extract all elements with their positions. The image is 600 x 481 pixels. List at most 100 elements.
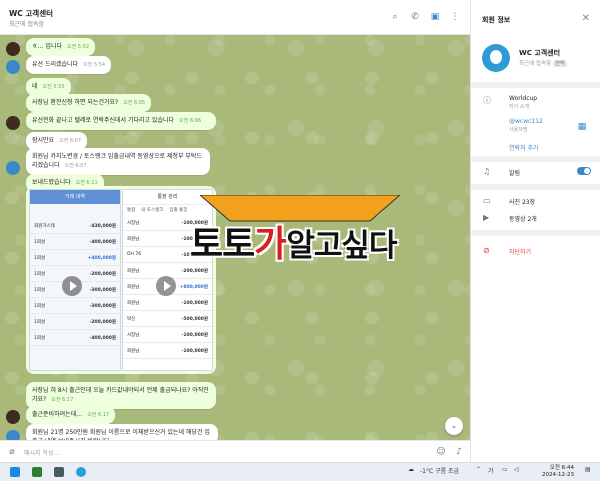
avatar[interactable] bbox=[6, 60, 20, 74]
message-input[interactable]: 메시지 작성... bbox=[24, 448, 59, 457]
message-row: 사장님 환전신청 하면 되는건가요? 오전 6:05 bbox=[26, 94, 152, 112]
message-text: 출근준비하려는데… bbox=[32, 411, 83, 418]
videos-link[interactable]: 동영상 2개 bbox=[509, 214, 537, 223]
watermark-ga: 가 bbox=[254, 224, 287, 265]
sidebar-toggle-icon[interactable]: ▣ bbox=[430, 12, 440, 22]
block-icon: ⊘ bbox=[483, 246, 490, 255]
transaction-amount: +800,000원 bbox=[179, 284, 208, 290]
message-bubble[interactable]: 회원님 카지노변경 / 토스랭크 입출금내역 동영상으로 제청부 부탁드리겠습니… bbox=[26, 148, 210, 175]
more-icon[interactable]: ⋮ bbox=[450, 12, 460, 22]
attach-icon[interactable]: ⌀ bbox=[7, 447, 17, 457]
message-text: 유선전화 끝나고 텔레로 연락주신데서 기다리고 있습니다 bbox=[32, 117, 175, 124]
transaction-amount: -300,000원 bbox=[89, 287, 116, 293]
tray-arrow-icon[interactable]: ⌃ bbox=[476, 466, 481, 473]
volume-icon[interactable]: ◁ bbox=[514, 466, 519, 473]
message-text: 회원님 카지노변경 / 토스랭크 입출금내역 동영상으로 제청부 부탁드리겠습니… bbox=[32, 153, 202, 169]
message-text: 유선 드리겠습니다 bbox=[32, 61, 79, 68]
ime-indicator[interactable]: 가 bbox=[488, 466, 494, 475]
transaction-amount: -430,000원 bbox=[89, 223, 116, 229]
qr-code-icon[interactable]: ▦ bbox=[577, 122, 587, 132]
close-icon[interactable]: ✕ bbox=[582, 13, 590, 24]
message-bubble[interactable]: 유선전화 끝나고 텔레로 연락주신데서 기다리고 있습니다 오전 6:06 bbox=[26, 112, 216, 130]
message-row: 유선전화 끝나고 텔레로 연락주신데서 기다리고 있습니다 오전 6:06 bbox=[6, 112, 216, 130]
add-contact-button[interactable]: 연락처 추가 bbox=[509, 143, 539, 152]
notifications-label: 알림 bbox=[509, 170, 521, 177]
transaction-name: 사장님 bbox=[127, 220, 140, 226]
block-button[interactable]: 차단하기 bbox=[509, 247, 531, 256]
profile-name: WC 고객센터 bbox=[519, 49, 561, 57]
play-button-icon[interactable] bbox=[156, 276, 176, 296]
message-text: 잠시만요 bbox=[32, 137, 55, 144]
profile-avatar[interactable] bbox=[482, 44, 510, 72]
search-icon[interactable]: ⌕ bbox=[390, 12, 400, 22]
weather-text[interactable]: -1°C 구름 조금 bbox=[420, 466, 459, 475]
divider bbox=[471, 230, 600, 236]
chat-header[interactable]: WC 고객센터 최근에 접속함 ⌕ ✆ ▣ ⋮ bbox=[0, 0, 470, 35]
divider bbox=[471, 82, 600, 88]
avatar[interactable] bbox=[6, 410, 20, 424]
message-bubble[interactable]: 유선 드리겠습니다 오전 5:54 bbox=[26, 56, 112, 74]
divider bbox=[471, 156, 600, 162]
telegram-icon[interactable] bbox=[76, 467, 86, 477]
windows-start-icon[interactable] bbox=[10, 467, 20, 477]
message-time: 오전 5:52 bbox=[67, 44, 90, 50]
message-text: 사장님 환전신청 하면 되는건가요? bbox=[32, 99, 119, 106]
transaction-amount: -200,000원 bbox=[181, 268, 208, 274]
message-bubble[interactable]: ㅎ… 입니다 오전 5:52 bbox=[26, 38, 96, 56]
play-button-icon[interactable] bbox=[62, 276, 82, 296]
notifications-toggle[interactable] bbox=[577, 167, 591, 175]
username-caption: 사용자명 bbox=[509, 127, 528, 133]
watermark-logo: 토토가알고싶다 bbox=[190, 185, 460, 265]
photos-link[interactable]: 사진 23장 bbox=[509, 197, 535, 206]
avatar[interactable] bbox=[6, 161, 20, 175]
network-icon[interactable]: ▭ bbox=[502, 466, 508, 473]
excel-icon[interactable] bbox=[32, 467, 42, 477]
transaction-row: 박신 -500,000원 bbox=[123, 311, 212, 327]
transaction-name: 회원님 bbox=[127, 284, 140, 290]
notification-icon[interactable]: ▤ bbox=[585, 466, 591, 473]
transaction-amount: -300,000원 bbox=[89, 303, 116, 309]
transaction-row: 1회성 +400,000원 bbox=[30, 250, 120, 266]
bio-line[interactable]: Worldcup 자기 소개 bbox=[509, 95, 537, 110]
video-message[interactable]: 거래 내역 회원가스테 -430,000원 1회성 -400,000원 1회성 +40… bbox=[26, 186, 216, 374]
transaction-row: 회원님 -100,000원 bbox=[123, 343, 212, 359]
transaction-name: 1회성 bbox=[34, 255, 46, 261]
username-line[interactable]: @wcwc112 사용자명 bbox=[509, 118, 543, 133]
message-row: 출근준비하려는데… 오전 6:17 bbox=[6, 406, 116, 424]
watermark-prefix: 토토 bbox=[190, 224, 255, 265]
transaction-amount: -200,000원 bbox=[89, 271, 116, 277]
transaction-name: 회원님 bbox=[127, 348, 140, 354]
chat-area: WC 고객센터 최근에 접속함 ⌕ ✆ ▣ ⋮ ㅎ… 입니다 오전 5:52 유선… bbox=[0, 0, 470, 462]
transaction-row: 회원가스테 -430,000원 bbox=[30, 218, 120, 234]
message-bubble[interactable]: 사장님 혀 8시 출근인데 오늘 카드값내야되서 언제 출금되나요? 아직인가요… bbox=[26, 382, 216, 409]
transaction-name: 1회성 bbox=[34, 271, 46, 277]
avatar[interactable] bbox=[6, 116, 20, 130]
transaction-name: OH 76 bbox=[127, 252, 142, 257]
weather-icon[interactable]: ☁ bbox=[408, 466, 414, 473]
message-bubble[interactable]: 출근준비하려는데… 오전 6:17 bbox=[26, 406, 116, 424]
transaction-name: 사장님 bbox=[127, 332, 140, 338]
message-time: 오전 6:17 bbox=[87, 412, 110, 418]
microphone-icon[interactable]: ♪ bbox=[454, 447, 464, 457]
avatar[interactable] bbox=[6, 42, 20, 56]
message-bubble[interactable]: 사장님 환전신청 하면 되는건가요? 오전 6:05 bbox=[26, 94, 152, 112]
video-icon: ▶ bbox=[483, 213, 490, 222]
emoji-icon[interactable]: ☺ bbox=[436, 447, 446, 457]
phone-icon[interactable]: ✆ bbox=[410, 12, 420, 22]
bank-tab: 입출 통장 bbox=[169, 208, 188, 213]
clock-time: 오전 6:44 bbox=[549, 465, 574, 471]
message-text: 네 bbox=[32, 83, 38, 90]
bell-icon: ♫ bbox=[483, 167, 491, 176]
divider bbox=[471, 184, 600, 190]
user-info-panel: 회원 정보 ✕ WC 고객센터 최근에 접속함 연락 ⓘ Worldcup 자기 … bbox=[470, 0, 600, 462]
watermark-rest: 알고싶다 bbox=[286, 228, 397, 264]
bank-tab: 통합 bbox=[127, 208, 136, 213]
message-time: 오전 6:05 bbox=[123, 100, 146, 106]
transaction-amount: -400,000원 bbox=[89, 335, 116, 341]
taskbar-clock[interactable]: 오전 6:44 2024-12-23 bbox=[542, 465, 574, 479]
transaction-name: 1회성 bbox=[34, 303, 46, 309]
app-icon[interactable] bbox=[54, 467, 64, 477]
transaction-row: 회원님 -100,000원 bbox=[123, 295, 212, 311]
message-row: 유선 드리겠습니다 오전 5:54 bbox=[6, 56, 112, 74]
scroll-down-button[interactable]: ⌄ bbox=[445, 417, 463, 435]
